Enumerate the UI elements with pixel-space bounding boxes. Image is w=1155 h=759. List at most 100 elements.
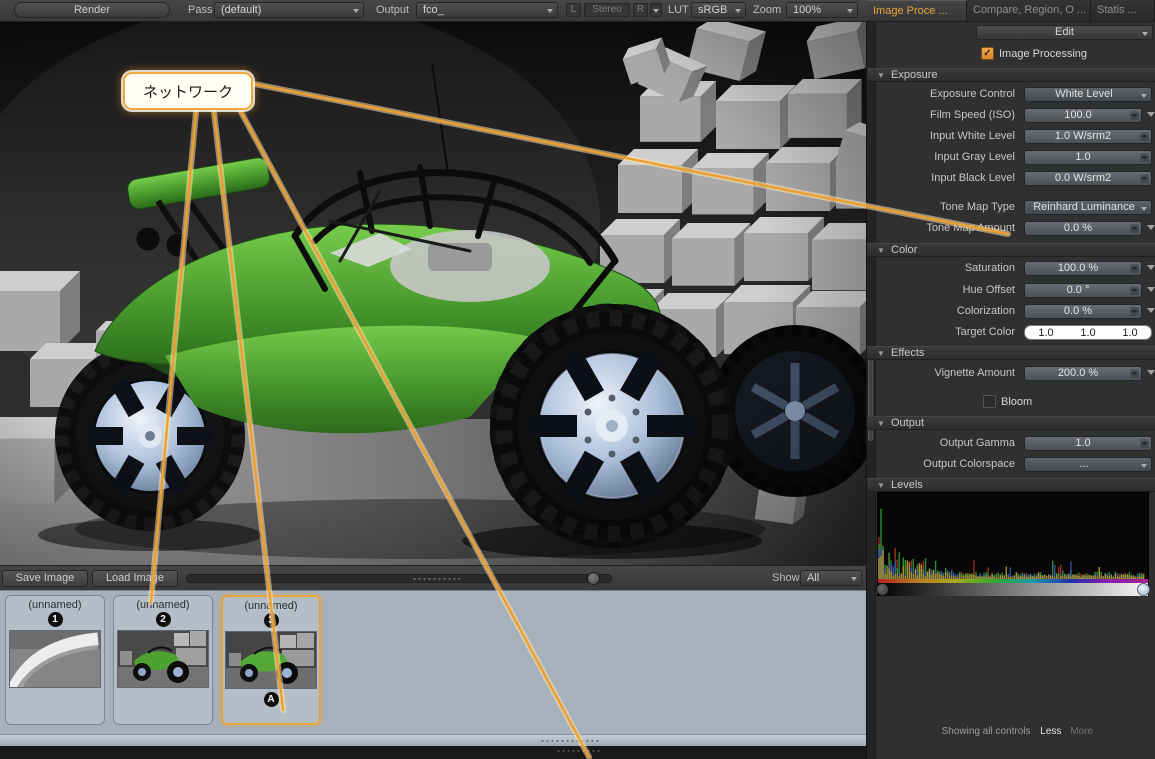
- show-filter-value: All: [807, 572, 819, 584]
- value-spinner-icon[interactable]: ◂▸: [1130, 307, 1139, 316]
- section-output[interactable]: ▼ Output: [867, 416, 1155, 430]
- section-color[interactable]: ▼ Color: [867, 243, 1155, 257]
- lut-dropdown[interactable]: sRGB: [691, 2, 746, 18]
- output-value: fco_: [423, 4, 444, 16]
- input-white-row: Input White Level 1.0 W/srm2 ◂▸: [875, 129, 1151, 145]
- thumbnail-2[interactable]: (unnamed) 2: [113, 595, 213, 725]
- target-color-field[interactable]: 1.0 1.0 1.0: [1024, 325, 1152, 340]
- value-spinner-icon[interactable]: ◂▸: [1130, 286, 1139, 295]
- annotation-callout-text: ネットワーク: [143, 81, 233, 102]
- target-color-row: Target Color 1.0 1.0 1.0: [875, 325, 1151, 341]
- pass-label: Pass: [188, 4, 212, 16]
- show-label: Show: [772, 572, 800, 584]
- tone-map-amount-field[interactable]: 0.0 % ◂▸: [1024, 221, 1142, 236]
- collapse-triangle-icon[interactable]: ▼: [877, 481, 885, 490]
- tab-statistics[interactable]: Statis ...: [1091, 0, 1155, 21]
- collapse-triangle-icon[interactable]: ▼: [877, 349, 885, 358]
- stereo-right-button[interactable]: R: [633, 3, 648, 17]
- value-spinner-icon[interactable]: ◂▸: [1140, 439, 1149, 448]
- stereo-left-button[interactable]: L: [566, 3, 581, 17]
- render-button[interactable]: Render: [14, 2, 170, 18]
- film-speed-value: 100.0: [1064, 109, 1092, 121]
- collapse-triangle-icon[interactable]: ▼: [877, 246, 885, 255]
- more-link[interactable]: More: [1070, 726, 1093, 737]
- output-colorspace-dropdown[interactable]: ...: [1024, 457, 1152, 472]
- film-speed-field[interactable]: 100.0 ◂▸: [1024, 108, 1142, 123]
- collapse-triangle-icon[interactable]: ▼: [877, 419, 885, 428]
- exposure-control-dropdown[interactable]: White Level: [1024, 87, 1152, 102]
- save-image-button[interactable]: Save Image: [2, 570, 88, 587]
- saturation-menu-arrow-icon[interactable]: [1147, 265, 1155, 270]
- section-exposure[interactable]: ▼ Exposure: [867, 68, 1155, 82]
- input-black-field[interactable]: 0.0 W/srm2 ◂▸: [1024, 171, 1152, 186]
- bloom-label: Bloom: [1001, 396, 1032, 408]
- input-gray-field[interactable]: 1.0 ◂▸: [1024, 150, 1152, 165]
- vignette-amount-menu-arrow-icon[interactable]: [1147, 370, 1155, 375]
- target-color-g: 1.0: [1080, 327, 1095, 339]
- pass-dropdown[interactable]: (default): [214, 2, 364, 18]
- target-color-b: 1.0: [1122, 327, 1137, 339]
- showing-controls-text: Showing all controls: [942, 726, 1031, 737]
- hue-offset-field[interactable]: 0.0 ° ◂▸: [1024, 283, 1142, 298]
- levels-histogram[interactable]: [877, 492, 1149, 596]
- panel-resize-bar[interactable]: [0, 734, 866, 746]
- colorization-menu-arrow-icon[interactable]: [1147, 308, 1155, 313]
- input-white-label: Input White Level: [875, 130, 1015, 142]
- hue-offset-row: Hue Offset 0.0 ° ◂▸: [875, 283, 1151, 299]
- stereo-button[interactable]: Stereo: [584, 3, 630, 17]
- value-spinner-icon[interactable]: ◂▸: [1130, 264, 1139, 273]
- thumbnail-1[interactable]: (unnamed) 1: [5, 595, 105, 725]
- show-filter-dropdown[interactable]: All: [800, 570, 862, 586]
- thumbnail-number-badge: 2: [156, 612, 171, 627]
- tone-map-type-dropdown[interactable]: Reinhard Luminance: [1024, 200, 1152, 215]
- output-dropdown[interactable]: fco_: [416, 2, 558, 18]
- value-spinner-icon[interactable]: ◂▸: [1130, 369, 1139, 378]
- pass-value: (default): [221, 4, 261, 16]
- section-effects[interactable]: ▼ Effects: [867, 346, 1155, 360]
- image-processing-checkbox[interactable]: ✓: [981, 47, 994, 60]
- saturation-field[interactable]: 100.0 % ◂▸: [1024, 261, 1142, 276]
- value-spinner-icon[interactable]: ◂▸: [1140, 153, 1149, 162]
- section-levels[interactable]: ▼ Levels: [867, 478, 1155, 492]
- edit-dropdown[interactable]: Edit: [976, 25, 1153, 40]
- output-gamma-field[interactable]: 1.0 ◂▸: [1024, 436, 1152, 451]
- output-colorspace-value: ...: [1079, 458, 1088, 470]
- bottom-grip-dots: [556, 749, 602, 753]
- input-black-value: 0.0 W/srm2: [1055, 172, 1111, 184]
- value-spinner-icon[interactable]: ◂▸: [1130, 111, 1139, 120]
- value-spinner-icon[interactable]: ◂▸: [1140, 174, 1149, 183]
- value-spinner-icon[interactable]: ◂▸: [1140, 132, 1149, 141]
- less-link[interactable]: Less: [1040, 726, 1061, 737]
- output-gamma-value: 1.0: [1075, 437, 1090, 449]
- colorization-field[interactable]: 0.0 % ◂▸: [1024, 304, 1142, 319]
- preview-scrollbar-handle[interactable]: [587, 572, 600, 585]
- vignette-amount-field[interactable]: 200.0 % ◂▸: [1024, 366, 1142, 381]
- thumbnail-3-selected[interactable]: (unnamed) 3 A: [221, 595, 321, 725]
- collapse-triangle-icon[interactable]: ▼: [877, 71, 885, 80]
- input-white-field[interactable]: 1.0 W/srm2 ◂▸: [1024, 129, 1152, 144]
- load-image-button[interactable]: Load Image: [92, 570, 178, 587]
- stereo-options-arrow-button[interactable]: [650, 3, 662, 17]
- saturation-value: 100.0 %: [1058, 262, 1098, 274]
- levels-min-handle[interactable]: [876, 583, 889, 596]
- levels-max-handle[interactable]: [1137, 583, 1150, 596]
- value-spinner-icon[interactable]: ◂▸: [1130, 224, 1139, 233]
- tone-map-amount-menu-arrow-icon[interactable]: [1147, 225, 1155, 230]
- zoom-dropdown[interactable]: 100%: [786, 2, 858, 18]
- image-processing-toggle-row: ✓ Image Processing: [875, 47, 1151, 62]
- exposure-control-value: White Level: [1055, 88, 1112, 100]
- preview-scrollbar[interactable]: [186, 574, 612, 583]
- check-icon: ✓: [983, 48, 991, 59]
- input-white-value: 1.0 W/srm2: [1055, 130, 1111, 142]
- tone-map-amount-label: Tone Map Amount: [875, 222, 1015, 234]
- vignette-amount-row: Vignette Amount 200.0 % ◂▸: [875, 366, 1151, 382]
- thumbnail-preview: [225, 631, 317, 689]
- hue-offset-menu-arrow-icon[interactable]: [1147, 287, 1155, 292]
- chevron-down-icon: [851, 577, 857, 581]
- bloom-checkbox[interactable]: [983, 395, 996, 408]
- tab-compare-region[interactable]: Compare, Region, O ...: [967, 0, 1091, 21]
- zoom-label: Zoom: [753, 4, 781, 16]
- film-speed-menu-arrow-icon[interactable]: [1147, 112, 1155, 117]
- image-history-strip: (unnamed) 1 (unnamed) 2: [0, 590, 866, 734]
- tab-image-processing[interactable]: Image Proce ...: [867, 0, 967, 21]
